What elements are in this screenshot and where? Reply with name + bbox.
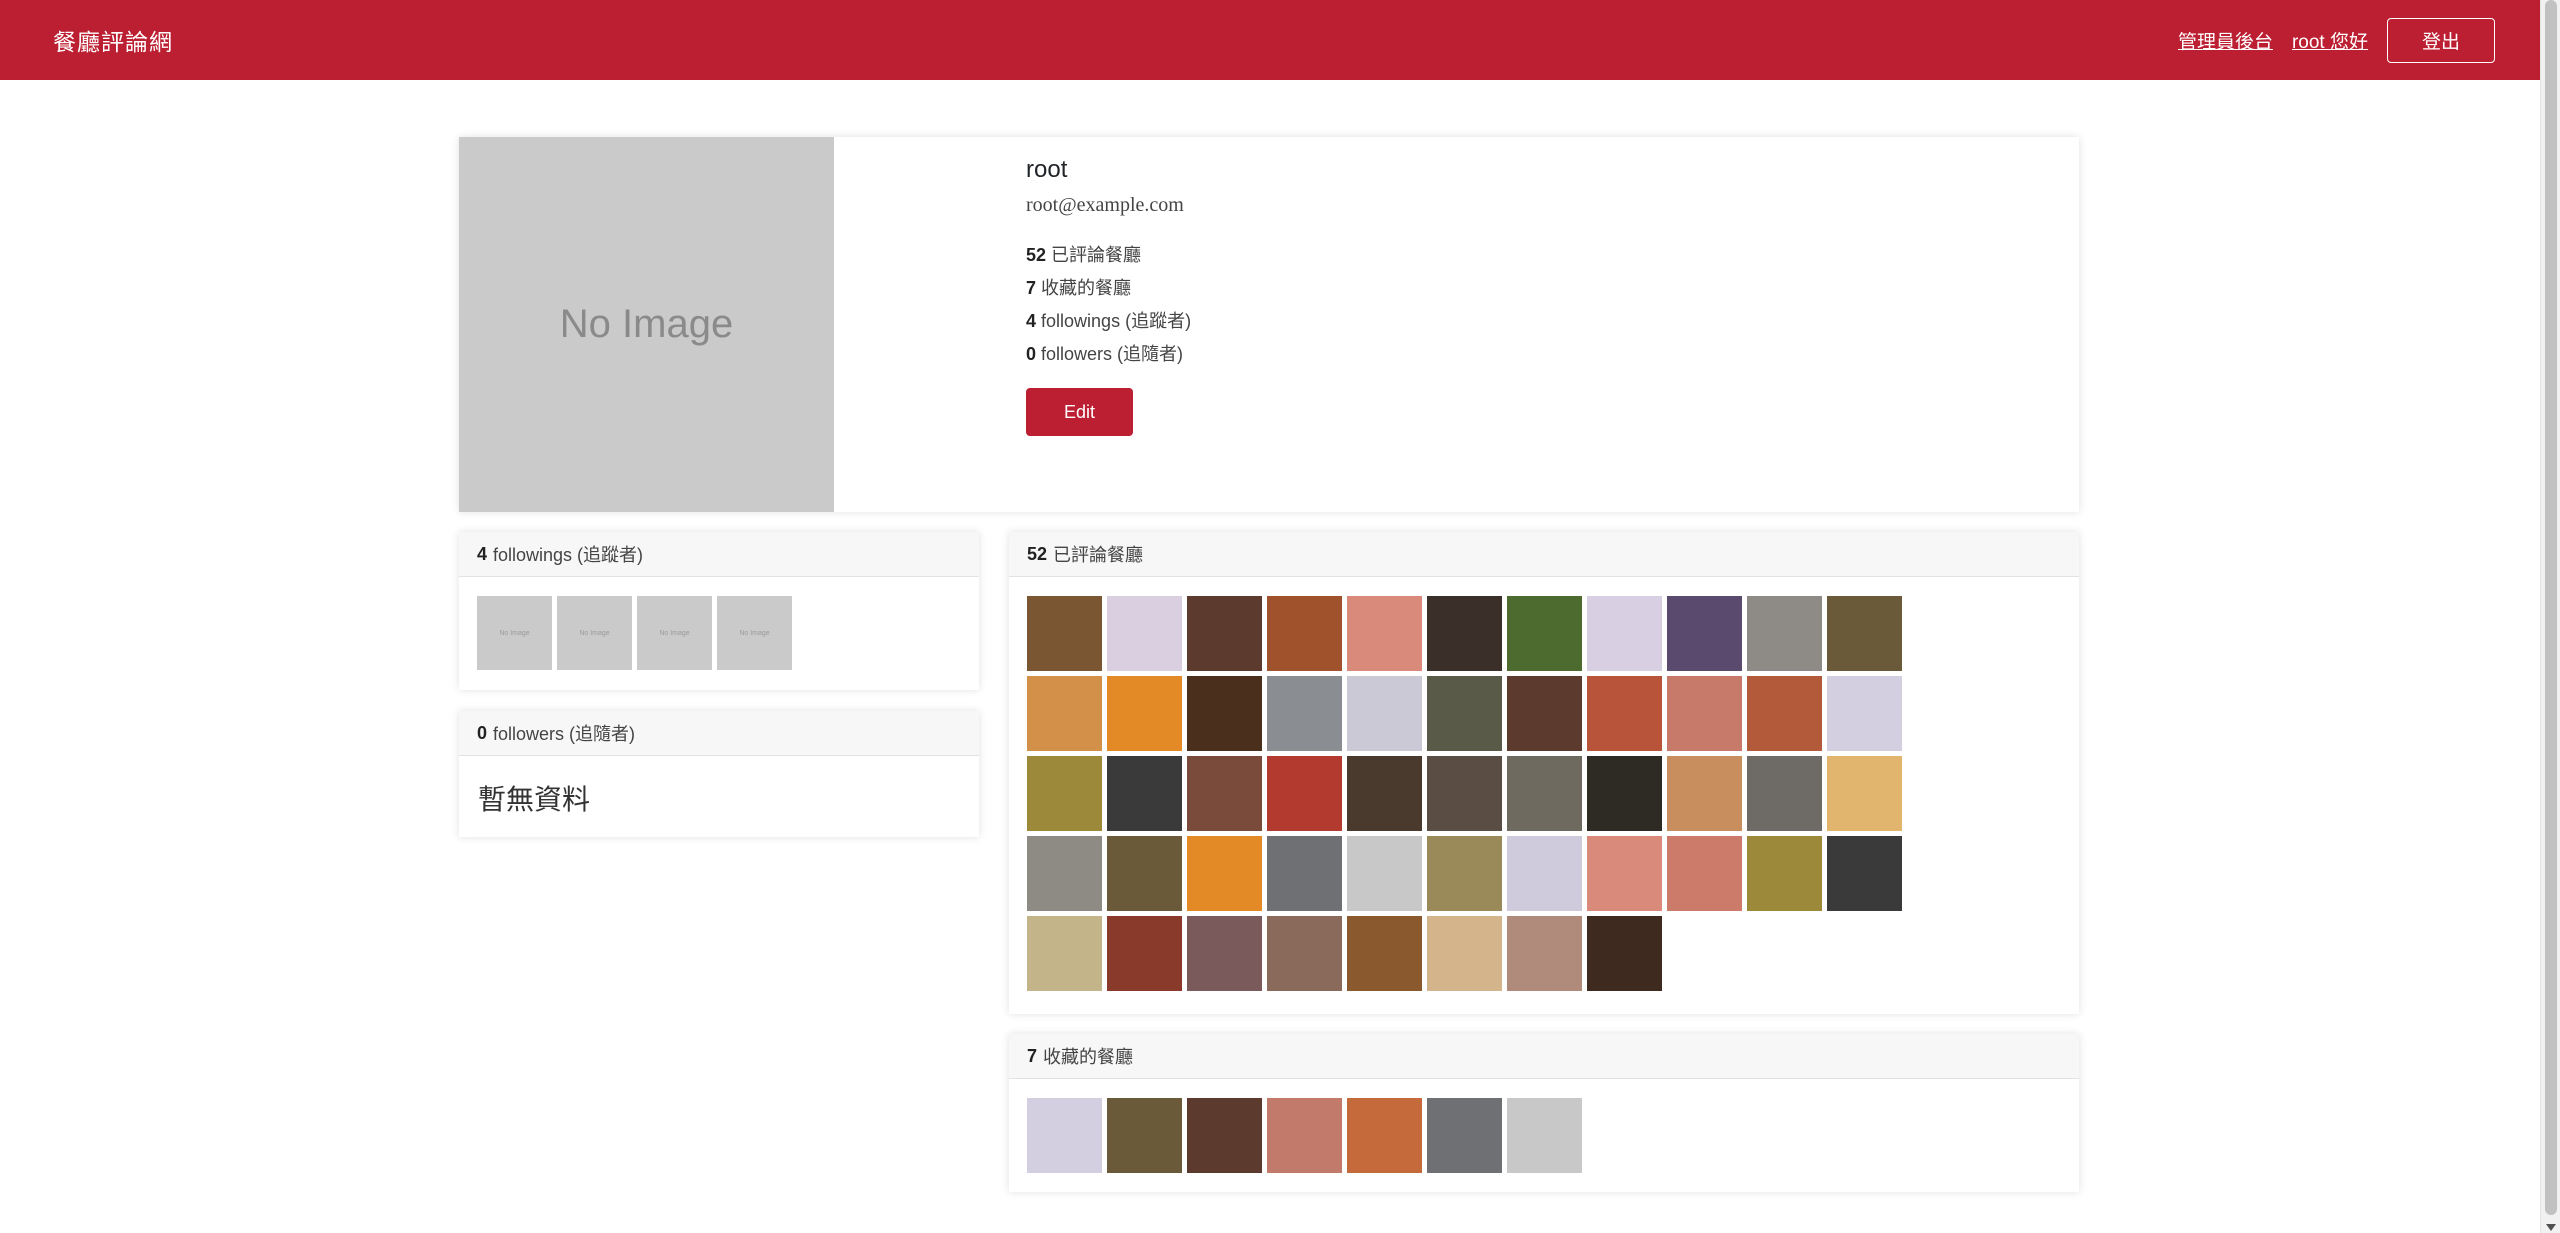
followers-card: 0 followers (追隨者) 暫無資料: [459, 711, 979, 837]
favorite-restaurant-thumbnail[interactable]: [1187, 1098, 1262, 1173]
favorite-restaurant-grid: [1009, 1079, 2079, 1185]
logout-button[interactable]: 登出: [2387, 17, 2495, 63]
restaurant-thumbnail[interactable]: [1587, 676, 1662, 751]
restaurant-thumbnail[interactable]: [1267, 836, 1342, 911]
scroll-down-arrow-icon[interactable]: [2546, 1224, 2556, 1231]
restaurant-thumbnail[interactable]: [1507, 916, 1582, 991]
restaurant-thumbnail[interactable]: [1347, 756, 1422, 831]
restaurant-thumbnail[interactable]: [1427, 756, 1502, 831]
restaurant-thumbnail[interactable]: [1107, 756, 1182, 831]
site-brand[interactable]: 餐廳評論網: [53, 23, 173, 57]
restaurant-thumbnail[interactable]: [1667, 836, 1742, 911]
profile-name: root: [1026, 156, 1068, 183]
edit-profile-button[interactable]: Edit: [1026, 388, 1133, 436]
restaurant-thumbnail[interactable]: [1827, 676, 1902, 751]
restaurant-thumbnail[interactable]: [1187, 596, 1262, 671]
restaurant-thumbnail[interactable]: [1827, 756, 1902, 831]
restaurant-thumbnail[interactable]: [1187, 836, 1262, 911]
restaurant-thumbnail[interactable]: [1027, 596, 1102, 671]
favorite-restaurant-thumbnail[interactable]: [1107, 1098, 1182, 1173]
favorite-restaurant-thumbnail[interactable]: [1507, 1098, 1582, 1173]
followers-empty-message: 暫無資料: [478, 784, 591, 815]
restaurant-thumbnail[interactable]: [1747, 596, 1822, 671]
stat-followers: 0 followers (追隨者): [1026, 344, 1184, 364]
following-avatar[interactable]: No Image: [557, 596, 632, 670]
page-scrollbar[interactable]: [2540, 0, 2560, 1233]
followings-list: No Image No Image No Image No Image: [459, 577, 979, 682]
restaurant-thumbnail[interactable]: [1667, 596, 1742, 671]
favorites-header: 7 收藏的餐廳: [1009, 1034, 2079, 1079]
restaurant-thumbnail[interactable]: [1027, 676, 1102, 751]
restaurant-thumbnail[interactable]: [1587, 916, 1662, 991]
commented-restaurant-grid: [1009, 577, 1999, 1003]
restaurant-thumbnail[interactable]: [1667, 676, 1742, 751]
following-avatar[interactable]: No Image: [717, 596, 792, 670]
user-greeting-link[interactable]: root 您好: [2292, 27, 2368, 54]
top-navbar: 餐廳評論網 管理員後台 root 您好 登出: [0, 0, 2540, 80]
restaurant-thumbnail[interactable]: [1827, 836, 1902, 911]
restaurant-thumbnail[interactable]: [1667, 756, 1742, 831]
restaurant-thumbnail[interactable]: [1427, 676, 1502, 751]
admin-dashboard-link[interactable]: 管理員後台: [2178, 27, 2273, 54]
restaurant-thumbnail[interactable]: [1747, 836, 1822, 911]
restaurant-thumbnail[interactable]: [1347, 676, 1422, 751]
restaurant-thumbnail[interactable]: [1747, 676, 1822, 751]
restaurant-thumbnail[interactable]: [1587, 836, 1662, 911]
restaurant-thumbnail[interactable]: [1107, 836, 1182, 911]
following-avatar[interactable]: No Image: [477, 596, 552, 670]
restaurant-thumbnail[interactable]: [1587, 596, 1662, 671]
restaurant-thumbnail[interactable]: [1427, 596, 1502, 671]
restaurant-thumbnail[interactable]: [1347, 836, 1422, 911]
restaurant-thumbnail[interactable]: [1187, 756, 1262, 831]
followers-header: 0 followers (追隨者): [459, 711, 979, 756]
followings-header: 4 followings (追蹤者): [459, 532, 979, 577]
restaurant-thumbnail[interactable]: [1507, 596, 1582, 671]
restaurant-thumbnail[interactable]: [1267, 676, 1342, 751]
commented-restaurants-card: 52 已評論餐廳: [1009, 532, 2079, 1014]
restaurant-thumbnail[interactable]: [1347, 596, 1422, 671]
navbar-actions: 管理員後台 root 您好 登出: [2178, 17, 2495, 63]
restaurant-thumbnail[interactable]: [1267, 916, 1342, 991]
restaurant-thumbnail[interactable]: [1107, 596, 1182, 671]
favorite-restaurant-thumbnail[interactable]: [1027, 1098, 1102, 1173]
scrollbar-thumb[interactable]: [2545, 0, 2557, 1215]
favorite-restaurant-thumbnail[interactable]: [1347, 1098, 1422, 1173]
restaurant-thumbnail[interactable]: [1427, 916, 1502, 991]
restaurant-thumbnail[interactable]: [1107, 916, 1182, 991]
stat-commented: 52 已評論餐廳: [1026, 245, 1142, 265]
profile-email: root@example.com: [1026, 194, 1184, 216]
stat-favorited: 7 收藏的餐廳: [1026, 278, 1132, 298]
restaurant-thumbnail[interactable]: [1507, 676, 1582, 751]
restaurant-thumbnail[interactable]: [1027, 756, 1102, 831]
restaurant-thumbnail[interactable]: [1027, 916, 1102, 991]
commented-header: 52 已評論餐廳: [1009, 532, 2079, 577]
restaurant-thumbnail[interactable]: [1187, 916, 1262, 991]
restaurant-thumbnail[interactable]: [1427, 836, 1502, 911]
restaurant-thumbnail[interactable]: [1027, 836, 1102, 911]
stat-followings: 4 followings (追蹤者): [1026, 311, 1192, 331]
favorite-restaurant-thumbnail[interactable]: [1427, 1098, 1502, 1173]
followings-card: 4 followings (追蹤者) No Image No Image No I…: [459, 532, 979, 690]
restaurant-thumbnail[interactable]: [1827, 596, 1902, 671]
favorite-restaurants-card: 7 收藏的餐廳: [1009, 1034, 2079, 1192]
restaurant-thumbnail[interactable]: [1107, 676, 1182, 751]
profile-avatar: No Image: [459, 137, 834, 512]
favorite-restaurant-thumbnail[interactable]: [1267, 1098, 1342, 1173]
restaurant-thumbnail[interactable]: [1507, 756, 1582, 831]
restaurant-thumbnail[interactable]: [1267, 756, 1342, 831]
restaurant-thumbnail[interactable]: [1747, 756, 1822, 831]
restaurant-thumbnail[interactable]: [1267, 596, 1342, 671]
restaurant-thumbnail[interactable]: [1187, 676, 1262, 751]
restaurant-thumbnail[interactable]: [1587, 756, 1662, 831]
profile-info: root root@example.com 52 已評論餐廳 7 收藏的餐廳 4…: [834, 137, 1191, 512]
restaurant-thumbnail[interactable]: [1347, 916, 1422, 991]
restaurant-thumbnail[interactable]: [1507, 836, 1582, 911]
following-avatar[interactable]: No Image: [637, 596, 712, 670]
profile-card: No Image root root@example.com 52 已評論餐廳 …: [459, 137, 2079, 512]
